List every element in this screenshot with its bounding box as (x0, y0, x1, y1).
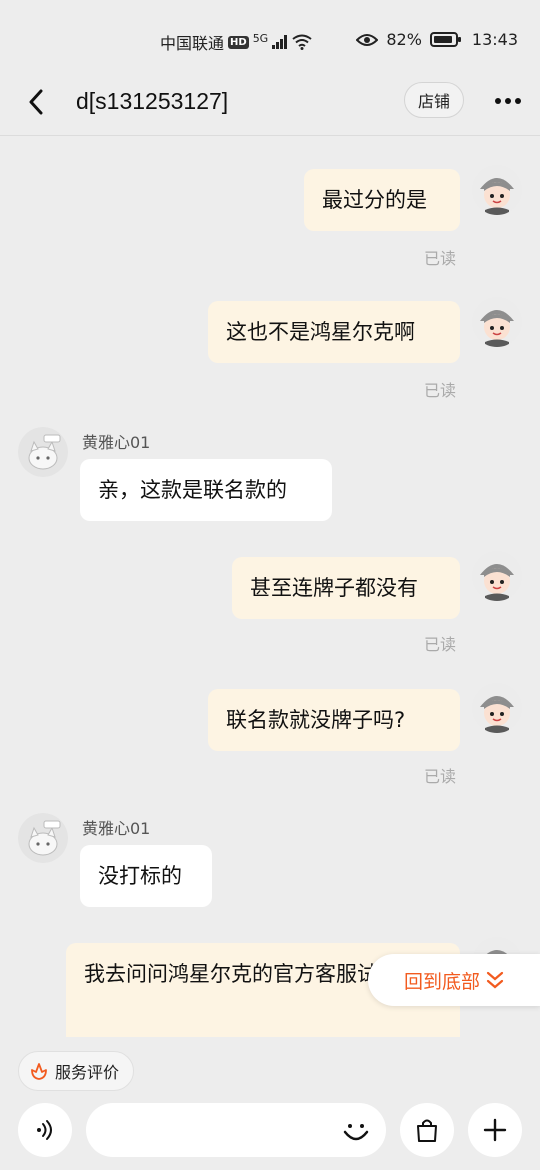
my-avatar[interactable] (472, 165, 522, 215)
back-to-bottom-label: 回到底部 (403, 970, 480, 993)
chat-header: d[s131253127] 店铺 (0, 70, 540, 136)
dot-icon (495, 98, 501, 104)
message-bubble[interactable]: 这也不是鸿星尔克啊 (208, 301, 460, 363)
voice-button[interactable] (18, 1103, 72, 1157)
seller-avatar[interactable] (18, 813, 68, 863)
shopping-bag-icon (417, 1119, 437, 1142)
cat-mascot-icon (18, 813, 68, 863)
dot-icon (515, 98, 521, 104)
clock: 13:43 (471, 30, 518, 49)
back-arrow-icon (29, 89, 43, 115)
cartoon-avatar-icon (472, 551, 522, 601)
chat-title: d[s131253127] (76, 88, 229, 114)
voice-icon (37, 1120, 52, 1140)
service-rating-button[interactable]: 服务评价 (18, 1051, 135, 1091)
back-button[interactable] (18, 84, 54, 120)
more-options-button[interactable] (488, 86, 528, 116)
shopping-bag-button[interactable] (400, 1103, 454, 1157)
battery-icon (429, 32, 461, 47)
smile-icon (343, 1124, 369, 1141)
read-receipt: 已读 (424, 249, 457, 268)
shop-button[interactable]: 店铺 (404, 82, 464, 118)
signal-icon: 5G (252, 31, 269, 45)
plus-icon (483, 1118, 507, 1142)
bottom-bar: 服务评价 (0, 1037, 540, 1170)
message-bubble[interactable]: 亲，这款是联名款的 (80, 459, 332, 521)
cartoon-avatar-icon (472, 297, 522, 347)
status-right: 82% 13:43 (356, 30, 518, 49)
status-bar: 中国联通 HD 5G 82% 13:43 (0, 0, 540, 70)
read-receipt: 已读 (424, 635, 457, 654)
signal-bars-icon (272, 35, 288, 49)
wifi-icon (292, 34, 312, 50)
cat-mascot-icon (18, 427, 68, 477)
double-chevron-down-icon (486, 971, 504, 989)
sender-name: 黄雅心01 (82, 819, 151, 838)
my-avatar[interactable] (472, 297, 522, 347)
read-receipt: 已读 (424, 767, 457, 786)
chat-area[interactable]: 最过分的是 已读 这也不是鸿星尔克啊 已读 黄雅心01 亲，这款是联名款的 甚至… (0, 137, 540, 1037)
my-avatar[interactable] (472, 683, 522, 733)
battery-percent: 82% (386, 30, 422, 49)
my-avatar[interactable] (472, 551, 522, 601)
message-bubble[interactable]: 甚至连牌子都没有 (232, 557, 460, 619)
cartoon-avatar-icon (472, 165, 522, 215)
carrier-info: 中国联通 HD 5G (160, 30, 312, 54)
emoji-button[interactable] (340, 1115, 372, 1147)
message-bubble[interactable]: 没打标的 (80, 845, 212, 907)
add-button[interactable] (468, 1103, 522, 1157)
carrier-name: 中国联通 (160, 34, 225, 53)
service-rating-label: 服务评价 (55, 1063, 120, 1082)
dot-icon (505, 98, 511, 104)
flower-icon (31, 1063, 47, 1080)
back-to-bottom-button[interactable]: 回到底部 (368, 954, 540, 1006)
sender-name: 黄雅心01 (82, 433, 151, 452)
message-bubble[interactable]: 联名款就没牌子吗? (208, 689, 460, 751)
seller-avatar[interactable] (18, 427, 68, 477)
eye-icon (356, 33, 379, 46)
hd-badge: HD (228, 35, 249, 49)
read-receipt: 已读 (424, 381, 457, 400)
message-bubble[interactable]: 最过分的是 (304, 169, 460, 231)
input-row (0, 1103, 540, 1159)
cartoon-avatar-icon (472, 683, 522, 733)
